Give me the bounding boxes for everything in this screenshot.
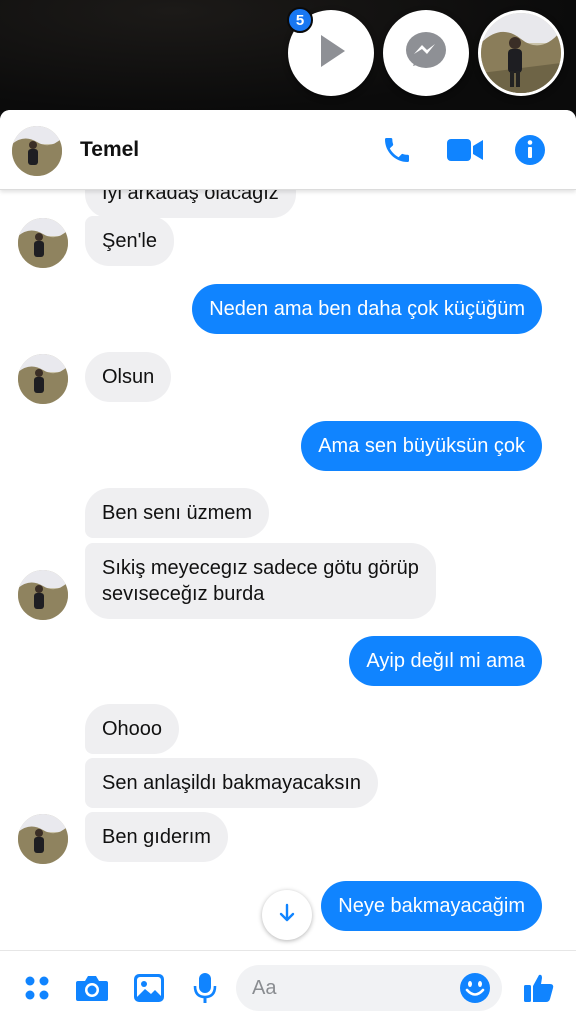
message-bubble-incoming[interactable]: Olsun [85, 352, 172, 402]
microphone-icon[interactable] [188, 971, 222, 1005]
contact-name[interactable]: Temel [80, 138, 139, 162]
info-icon[interactable] [514, 134, 546, 166]
message-bubble-incoming[interactable]: Ben senı üzmem [85, 488, 270, 538]
message-bubble-incoming[interactable]: Ben gıderım [85, 812, 228, 862]
chat-head-messenger[interactable] [383, 10, 469, 96]
chat-panel: Temel Iyi arkadaş olacağız Şen'le Neden … [0, 110, 576, 1024]
message-bubble-incoming[interactable]: Ohooo [85, 704, 180, 754]
message-bubble-outgoing[interactable]: Ama sen büyüksün çok [301, 421, 542, 471]
sender-avatar [18, 570, 68, 620]
message-bubble-incoming[interactable]: Şen'le [85, 216, 174, 266]
emoji-icon[interactable] [458, 971, 492, 1005]
composer-bar [0, 950, 576, 1024]
arrow-down-icon [276, 902, 298, 929]
image-icon[interactable] [132, 971, 166, 1005]
video-camera-icon[interactable] [447, 134, 483, 166]
chat-head-contact[interactable] [478, 10, 564, 96]
phone-icon[interactable] [381, 134, 413, 166]
message-bubble-outgoing[interactable]: Ayip değıl mi ama [349, 636, 542, 686]
message-bubble-outgoing[interactable]: Neden ama ben daha çok küçüğüm [192, 284, 542, 334]
sender-avatar [18, 814, 68, 864]
thumbs-up-icon[interactable] [522, 971, 556, 1005]
chat-heads-area: 5 [0, 0, 576, 112]
play-icon [309, 29, 353, 78]
sender-avatar [18, 218, 68, 268]
message-thread[interactable]: Iyi arkadaş olacağız Şen'le Neden ama be… [0, 190, 576, 950]
sender-avatar [18, 354, 68, 404]
messenger-icon [403, 28, 449, 79]
message-bubble-incoming[interactable]: Iyi arkadaş olacağız [85, 190, 296, 218]
message-bubble-incoming[interactable]: Sen anlaşildı bakmayacaksın [85, 758, 379, 808]
camera-icon[interactable] [75, 971, 109, 1005]
message-bubble-incoming[interactable]: Sıkiş meyecegız sadece götu görüp sevıse… [85, 543, 436, 619]
unread-badge: 5 [287, 7, 313, 33]
message-bubble-outgoing[interactable]: Neye bakmayacağim [321, 881, 542, 931]
contact-avatar [481, 13, 561, 93]
scroll-to-bottom-button[interactable] [262, 890, 312, 940]
header-avatar[interactable] [12, 126, 62, 176]
chat-header: Temel [0, 110, 576, 190]
apps-grid-icon[interactable] [20, 971, 54, 1005]
